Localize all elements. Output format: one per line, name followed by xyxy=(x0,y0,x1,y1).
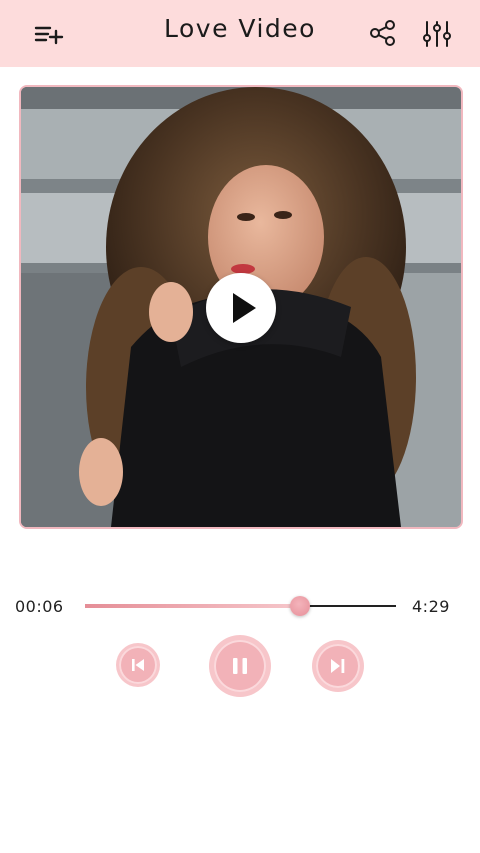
video-preview[interactable] xyxy=(19,85,463,529)
share-icon xyxy=(370,20,395,46)
top-app-bar: Love Video xyxy=(0,0,480,67)
total-duration: 4:29 xyxy=(412,597,450,616)
seek-bar-thumb[interactable] xyxy=(289,596,310,616)
next-icon xyxy=(331,659,345,673)
previous-icon xyxy=(132,659,144,671)
equalizer-icon xyxy=(423,21,451,47)
previous-button[interactable] xyxy=(116,643,160,687)
share-button[interactable] xyxy=(366,16,400,50)
seek-bar-progress xyxy=(85,604,300,608)
elapsed-time: 00:06 xyxy=(15,597,64,616)
play-icon xyxy=(233,293,256,323)
equalizer-button[interactable] xyxy=(418,16,456,52)
page-title: Love Video xyxy=(164,14,316,43)
seek-bar[interactable] xyxy=(85,596,396,616)
next-button[interactable] xyxy=(312,640,364,692)
pause-icon xyxy=(233,658,247,674)
play-button[interactable] xyxy=(206,273,276,343)
pause-button[interactable] xyxy=(209,635,271,697)
